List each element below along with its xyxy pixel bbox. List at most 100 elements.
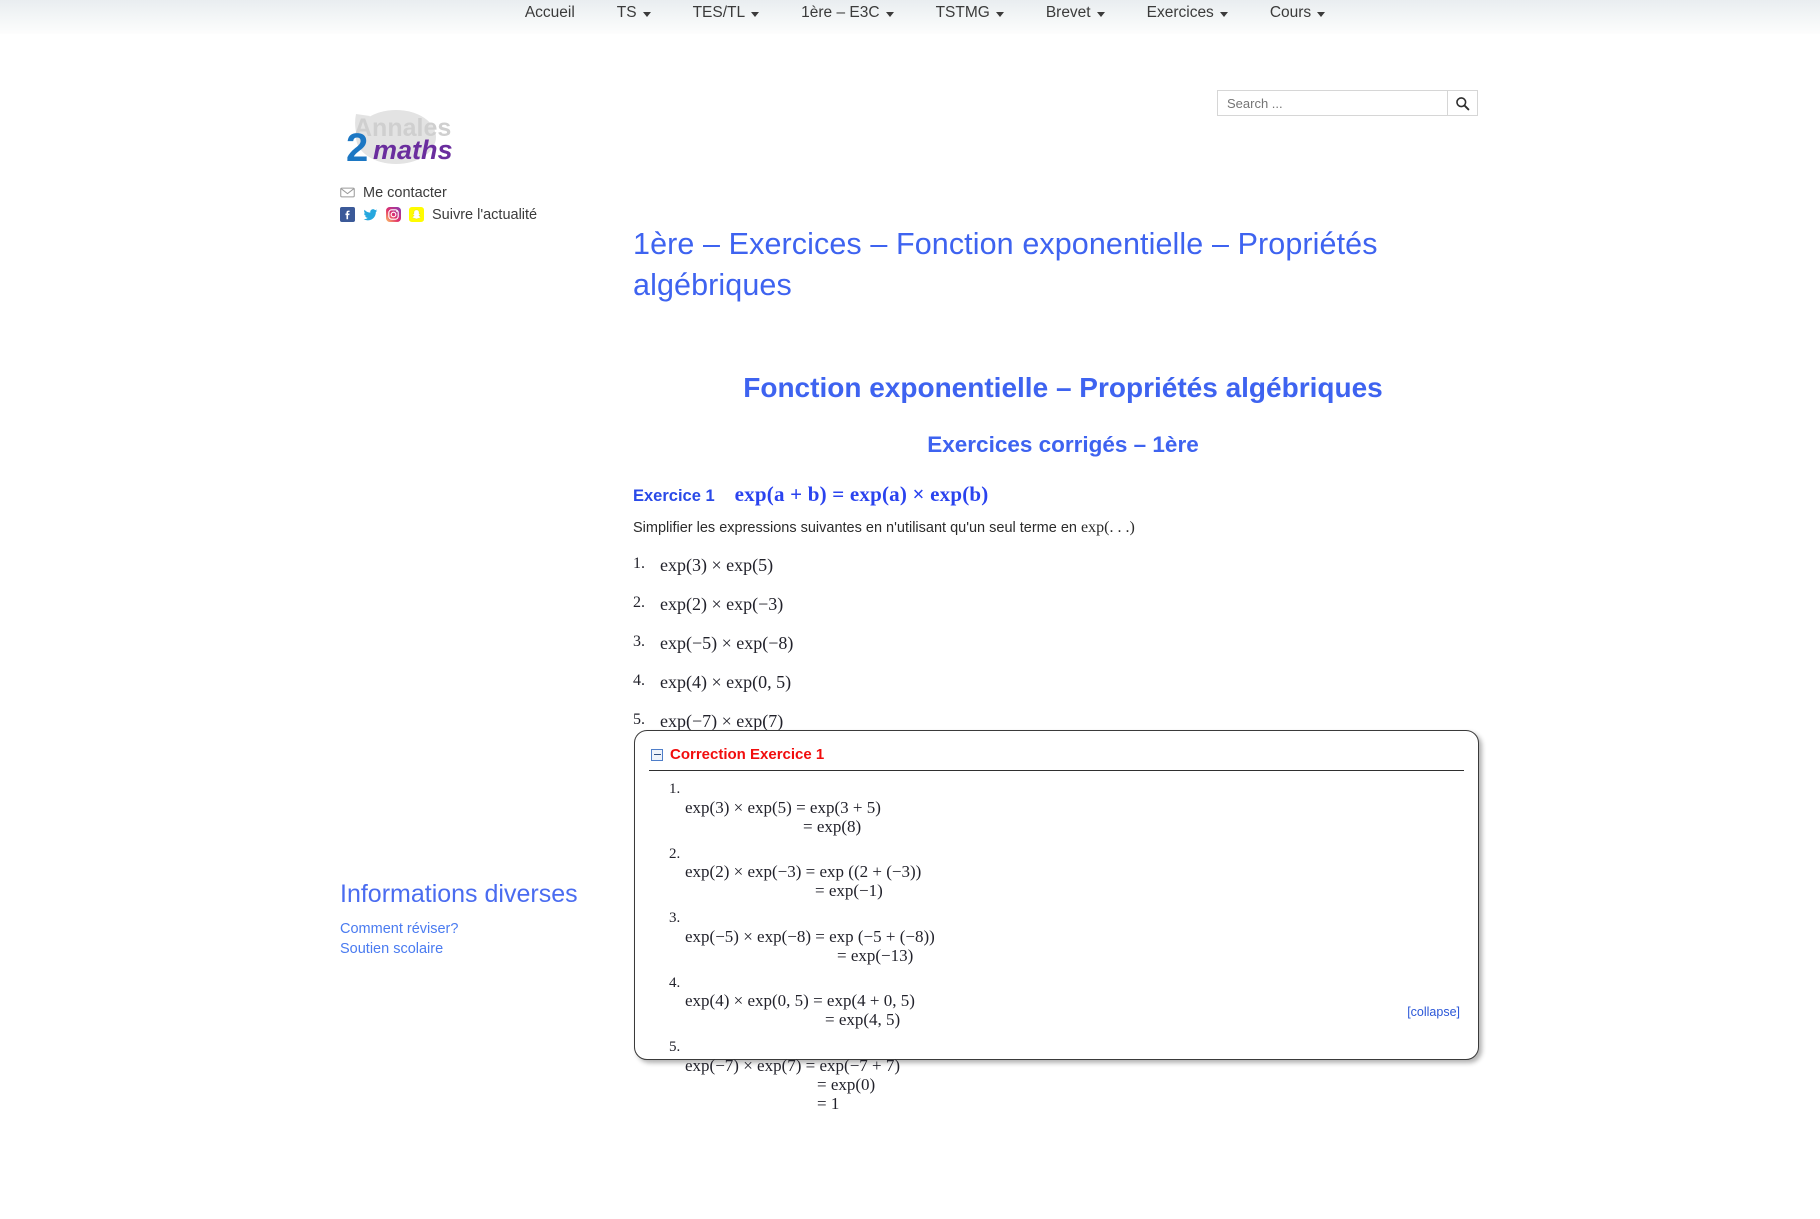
question-text: exp(3) × exp(5) bbox=[660, 554, 774, 575]
left-sidebar: Annales 2 maths Me contacter Suivre l'ac… bbox=[340, 104, 590, 957]
exercise-question-list: 1. exp(3) × exp(5) 2. exp(2) × exp(−3) 3. exp… bbox=[633, 555, 1493, 732]
chevron-down-icon bbox=[995, 11, 1004, 17]
correction-equation-line: exp(3) × exp(5) = exp(3 + 5) bbox=[685, 797, 881, 817]
nav-item-label: Brevet bbox=[1045, 4, 1091, 21]
social-links-line: Suivre l'actualité bbox=[340, 204, 590, 225]
correction-item: 1. exp(3) × exp(5) = exp(3 + 5) = exp(8) bbox=[657, 781, 1478, 836]
exercise-question-item: 1. exp(3) × exp(5) bbox=[633, 555, 1493, 576]
nav-item-label: TSTMG bbox=[935, 4, 990, 21]
exercise-instructions: Simplifier les expressions suivantes en … bbox=[633, 519, 1493, 537]
sidebar-link-1[interactable]: Comment réviser? bbox=[340, 919, 590, 939]
nav-item-label: 1ère – E3C bbox=[801, 4, 880, 21]
correction-item: 5. exp(−7) × exp(7) = exp(−7 + 7) = exp(0)… bbox=[657, 1039, 1478, 1113]
follow-label[interactable]: Suivre l'actualité bbox=[432, 207, 537, 223]
correction-equation-line: = exp(−1) bbox=[815, 881, 883, 901]
page-title: 1ère – Exercices – Fonction exponentiell… bbox=[633, 227, 1378, 302]
chevron-down-icon bbox=[885, 11, 894, 17]
question-text: exp(−7) × exp(7) bbox=[660, 710, 784, 731]
correction-equation-line: = exp(−13) bbox=[837, 945, 914, 965]
chevron-down-icon bbox=[751, 11, 760, 17]
nav-item-ts[interactable]: TS bbox=[596, 0, 672, 26]
sidebar-links-container: Comment réviser? Soutien scolaire bbox=[340, 919, 590, 959]
minus-box-icon[interactable] bbox=[651, 748, 663, 761]
twitter-icon[interactable] bbox=[363, 207, 378, 222]
question-number: 4. bbox=[633, 671, 645, 689]
nav-item-exercices[interactable]: Exercices bbox=[1126, 0, 1249, 26]
contact-mail-line[interactable]: Me contacter bbox=[340, 182, 590, 203]
nav-item-label: Cours bbox=[1269, 4, 1312, 21]
section-heading: Fonction exponentielle – Propriétés algé… bbox=[743, 372, 1383, 404]
correction-box: Correction Exercice 1 1. exp(3) × exp(5) … bbox=[634, 730, 1479, 1113]
correction-equation-line: = exp(0) bbox=[817, 1074, 876, 1094]
correction-item: 2. exp(2) × exp(−3) = exp ((2 + (−3)) = ex… bbox=[657, 846, 1478, 901]
question-number: 5. bbox=[633, 710, 645, 728]
correction-equation-line: = 1 bbox=[817, 1093, 840, 1113]
logo-word-maths: maths bbox=[373, 135, 453, 165]
question-text: exp(−5) × exp(−8) bbox=[660, 632, 794, 653]
envelope-icon bbox=[340, 187, 355, 198]
correction-number: 2. bbox=[669, 845, 681, 862]
nav-item-label: Accueil bbox=[524, 4, 575, 21]
collapse-link[interactable]: [collapse] bbox=[1407, 1005, 1460, 1019]
nav-item-1-re-e3c[interactable]: 1ère – E3C bbox=[780, 0, 914, 26]
chevron-down-icon bbox=[1096, 11, 1105, 17]
correction-equation-line: exp(2) × exp(−3) = exp ((2 + (−3)) bbox=[685, 862, 922, 882]
nav-item-label: TES/TL bbox=[692, 4, 746, 21]
instructions-math: exp(. . .) bbox=[1081, 518, 1135, 536]
correction-equation-line: = exp(4, 5) bbox=[825, 1010, 901, 1030]
nav-item-accueil[interactable]: Accueil bbox=[504, 0, 596, 26]
sidebar-link-2[interactable]: Soutien scolaire bbox=[340, 939, 590, 959]
correction-body: 1. exp(3) × exp(5) = exp(3 + 5) = exp(8) 2.… bbox=[635, 771, 1478, 1113]
search-button[interactable] bbox=[1447, 90, 1478, 116]
correction-equation-line: = exp(8) bbox=[803, 816, 862, 836]
correction-number: 1. bbox=[669, 781, 681, 797]
nav-item-cours[interactable]: Cours bbox=[1249, 0, 1346, 26]
correction-equation-line: exp(4) × exp(0, 5) = exp(4 + 0, 5) bbox=[685, 991, 915, 1011]
nav-item-label: TS bbox=[616, 4, 637, 21]
correction-equation-line: exp(−7) × exp(7) = exp(−7 + 7) bbox=[685, 1055, 901, 1075]
chevron-down-icon bbox=[642, 11, 651, 17]
main-content: 1ère – Exercices – Fonction exponentiell… bbox=[633, 224, 1493, 750]
correction-equation-line: exp(−5) × exp(−8) = exp (−5 + (−8)) bbox=[685, 926, 935, 946]
chevron-down-icon bbox=[1219, 11, 1228, 17]
nav-items-container: Accueil TS TES/TL 1ère – E3C TSTMG Brevet Exer… bbox=[504, 0, 1346, 26]
nav-item-label: Exercices bbox=[1146, 4, 1214, 21]
top-navigation-bar: Accueil TS TES/TL 1ère – E3C TSTMG Brevet Exer… bbox=[0, 0, 1820, 34]
nav-item-tes-tl[interactable]: TES/TL bbox=[672, 0, 781, 26]
question-number: 3. bbox=[633, 632, 645, 650]
sidebar-informations-section: Informations diverses Comment réviser? So… bbox=[340, 879, 590, 959]
instagram-icon[interactable] bbox=[386, 207, 401, 222]
correction-title[interactable]: Correction Exercice 1 bbox=[670, 746, 824, 763]
correction-item: 3. exp(−5) × exp(−8) = exp (−5 + (−8)) = e… bbox=[657, 910, 1478, 965]
exercise-formula: exp(a + b) = exp(a) × exp(b) bbox=[734, 481, 989, 506]
section-subheading: Exercices corrigés – 1ère bbox=[927, 431, 1199, 457]
correction-number: 3. bbox=[669, 910, 681, 927]
contact-block: Me contacter Suivre l'actualité bbox=[340, 182, 590, 225]
exercise-label: Exercice 1 bbox=[633, 486, 715, 505]
search-icon bbox=[1456, 96, 1470, 110]
site-logo[interactable]: Annales 2 maths bbox=[340, 104, 465, 168]
question-number: 2. bbox=[633, 593, 645, 611]
exercise-question-item: 5. exp(−7) × exp(7) bbox=[633, 711, 1493, 732]
correction-items-container: 1. exp(3) × exp(5) = exp(3 + 5) = exp(8) 2.… bbox=[657, 781, 1478, 1113]
sidebar-heading: Informations diverses bbox=[340, 880, 578, 908]
question-text: exp(4) × exp(0, 5) bbox=[660, 671, 792, 692]
exercise-question-item: 2. exp(2) × exp(−3) bbox=[633, 594, 1493, 615]
nav-item-tstmg[interactable]: TSTMG bbox=[915, 0, 1025, 26]
instructions-text: Simplifier les expressions suivantes en … bbox=[633, 519, 1082, 536]
question-number: 1. bbox=[633, 554, 645, 572]
facebook-icon[interactable] bbox=[340, 207, 355, 222]
question-text: exp(2) × exp(−3) bbox=[660, 593, 784, 614]
correction-header[interactable]: Correction Exercice 1 bbox=[635, 731, 1478, 763]
snapchat-icon[interactable] bbox=[409, 207, 424, 222]
search-input[interactable] bbox=[1217, 90, 1447, 116]
chevron-down-icon bbox=[1317, 11, 1326, 17]
logo-digit-2: 2 bbox=[346, 126, 368, 168]
exercise-question-item: 4. exp(4) × exp(0, 5) bbox=[633, 672, 1493, 693]
contact-mail-label[interactable]: Me contacter bbox=[363, 185, 447, 201]
correction-number: 5. bbox=[669, 1039, 681, 1056]
correction-item: 4. exp(4) × exp(0, 5) = exp(4 + 0, 5) = ex… bbox=[657, 975, 1478, 1030]
exercise-header: Exercice 1 exp(a + b) = exp(a) × exp(b) bbox=[633, 482, 1493, 507]
correction-number: 4. bbox=[669, 974, 681, 991]
nav-item-brevet[interactable]: Brevet bbox=[1025, 0, 1126, 26]
